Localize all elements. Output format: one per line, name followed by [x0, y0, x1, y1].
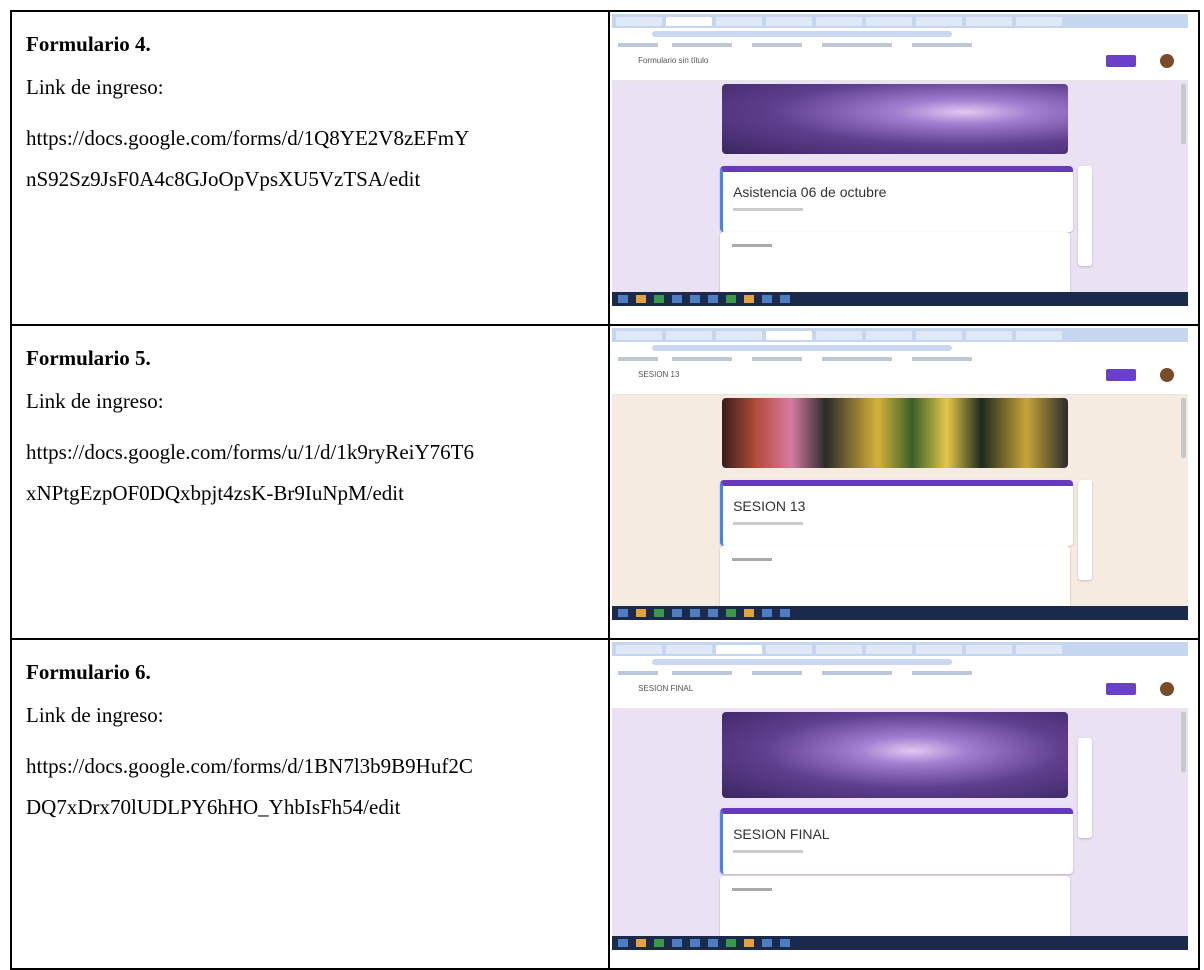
browser-tabs [612, 14, 1189, 28]
form-header: SESION 13 [612, 364, 1189, 395]
scrollbar [1181, 712, 1187, 772]
form-canvas: SESION 13 [612, 394, 1188, 616]
link-label: Link de ingreso: [26, 703, 164, 727]
form-toolbar [1078, 738, 1093, 838]
form-link[interactable]: https://docs.google.com/forms/d/1BN7l3b9… [26, 746, 594, 828]
form-link-line2[interactable]: nS92Sz9JsF0A4c8GJoOpVpsXU5VzTSA/edit [26, 159, 594, 200]
card-title: SESION 13 [733, 498, 806, 514]
form-title: Formulario 4. [26, 32, 151, 56]
form-toolbar [1078, 480, 1093, 580]
form-screenshot: SESION FINAL SESION FINAL [612, 642, 1189, 950]
form-info-cell: Formulario 4. Link de ingreso: https://d… [9, 10, 611, 326]
card-title: Asistencia 06 de octubre [733, 184, 887, 200]
form-title: Formulario 6. [26, 660, 151, 684]
scrollbar [1181, 398, 1187, 458]
document-table: Formulario 4. Link de ingreso: https://d… [9, 10, 1200, 970]
form-name: Formulario sin título [638, 56, 709, 65]
bookmarks-bar [612, 668, 1189, 678]
form-canvas: SESION FINAL [612, 708, 1188, 946]
title-card: SESION FINAL [720, 808, 1074, 874]
send-button [1106, 369, 1137, 381]
form-link-line1[interactable]: https://docs.google.com/forms/d/1Q8YE2V8… [26, 118, 594, 159]
form-link-line2[interactable]: xNPtgEzpOF0DQxbpjt4zsK-Br9IuNpM/edit [26, 473, 594, 514]
form-header: SESION FINAL [612, 678, 1189, 709]
table-row: Formulario 6. Link de ingreso: https://d… [9, 638, 1200, 970]
form-info-cell: Formulario 5. Link de ingreso: https://d… [9, 324, 611, 640]
form-canvas: Asistencia 06 de octubre [612, 80, 1188, 302]
title-card: Asistencia 06 de octubre [720, 166, 1074, 232]
form-header: Formulario sin título [612, 50, 1189, 81]
bookmarks-bar [612, 40, 1189, 50]
form-screenshot: Formulario sin título Asistencia 06 de o… [612, 14, 1189, 306]
header-banner-image [722, 712, 1069, 798]
link-label: Link de ingreso: [26, 75, 164, 99]
screenshot-cell: SESION 13 SESION 13 [608, 324, 1200, 640]
scrollbar [1181, 84, 1187, 144]
form-info-cell: Formulario 6. Link de ingreso: https://d… [9, 638, 611, 970]
taskbar [612, 292, 1189, 306]
avatar [1160, 54, 1175, 68]
taskbar [612, 936, 1189, 950]
form-link[interactable]: https://docs.google.com/forms/d/1Q8YE2V8… [26, 118, 594, 200]
browser-tabs [612, 328, 1189, 342]
form-link[interactable]: https://docs.google.com/forms/u/1/d/1k9r… [26, 432, 594, 514]
form-toolbar [1078, 166, 1093, 266]
browser-tabs [612, 642, 1189, 656]
card-title: SESION FINAL [733, 826, 830, 842]
title-card: SESION 13 [720, 480, 1074, 546]
header-banner-image [722, 84, 1069, 154]
screenshot-cell: Formulario sin título Asistencia 06 de o… [608, 10, 1200, 326]
form-link-line1[interactable]: https://docs.google.com/forms/u/1/d/1k9r… [26, 432, 594, 473]
send-button [1106, 55, 1137, 67]
form-link-line2[interactable]: DQ7xDrx70lUDLPY6hHO_YhbIsFh54/edit [26, 787, 594, 828]
form-screenshot: SESION 13 SESION 13 [612, 328, 1189, 620]
form-name: SESION FINAL [638, 684, 694, 693]
bookmarks-bar [612, 354, 1189, 364]
screenshot-cell: SESION FINAL SESION FINAL [608, 638, 1200, 970]
table-row: Formulario 5. Link de ingreso: https://d… [9, 324, 1200, 640]
link-label: Link de ingreso: [26, 389, 164, 413]
avatar [1160, 682, 1175, 696]
taskbar [612, 606, 1189, 620]
form-title: Formulario 5. [26, 346, 151, 370]
header-banner-image [722, 398, 1069, 468]
form-name: SESION 13 [638, 370, 680, 379]
form-link-line1[interactable]: https://docs.google.com/forms/d/1BN7l3b9… [26, 746, 594, 787]
send-button [1106, 683, 1137, 695]
avatar [1160, 368, 1175, 382]
table-row: Formulario 4. Link de ingreso: https://d… [9, 10, 1200, 326]
